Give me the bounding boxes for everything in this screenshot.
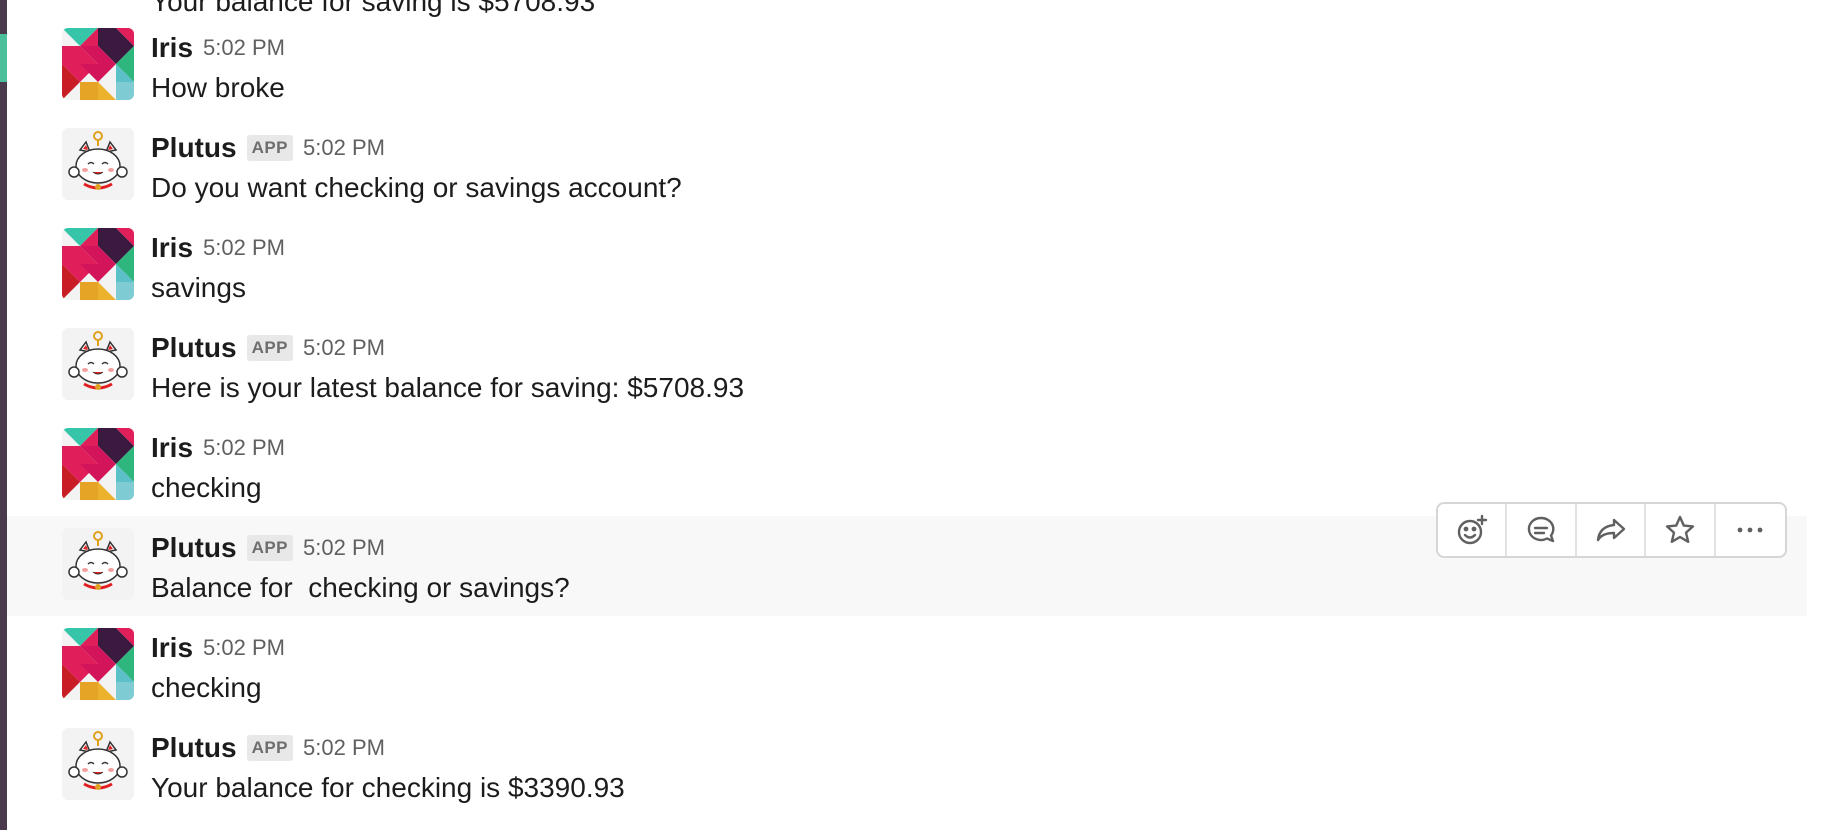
- message-meta: Plutus APP 5:02 PM: [151, 130, 385, 166]
- sender-name[interactable]: Iris: [151, 632, 193, 664]
- start-thread-icon: [1527, 516, 1555, 543]
- left-rail-accent: [0, 34, 7, 82]
- message-text: Here is your latest balance for saving: …: [151, 372, 745, 403]
- lucky-cat-avatar-icon: [62, 128, 134, 200]
- start-thread-button[interactable]: [1507, 504, 1577, 556]
- timestamp[interactable]: 5:02 PM: [203, 235, 285, 261]
- sender-name[interactable]: Iris: [151, 432, 193, 464]
- message-row[interactable]: Iris 5:02 PM checking: [7, 616, 1807, 716]
- message-actions-toolbar: [1436, 502, 1787, 558]
- message-text: Do you want checking or savings account?: [151, 172, 682, 203]
- share-message-icon: [1596, 518, 1625, 542]
- message-meta: Iris 5:02 PM: [151, 230, 285, 266]
- message-row[interactable]: Plutus APP 5:02 PM Do you want checking …: [7, 116, 1807, 216]
- lucky-cat-avatar-icon: [62, 728, 134, 800]
- avatar[interactable]: [62, 628, 134, 700]
- sender-name[interactable]: Plutus: [151, 532, 237, 564]
- more-actions-icon: [1737, 527, 1763, 533]
- lucky-cat-avatar-icon: [62, 328, 134, 400]
- avatar[interactable]: [62, 428, 134, 500]
- message-meta: Plutus APP 5:02 PM: [151, 730, 385, 766]
- timestamp[interactable]: 5:02 PM: [303, 135, 385, 161]
- message-text: savings: [151, 272, 246, 303]
- message-meta: Iris 5:02 PM: [151, 630, 285, 666]
- app-badge: APP: [246, 335, 294, 361]
- star-icon: [1665, 515, 1695, 543]
- add-reaction-icon: [1457, 514, 1487, 545]
- timestamp[interactable]: 5:02 PM: [303, 335, 385, 361]
- sender-name[interactable]: Plutus: [151, 332, 237, 364]
- message-text: checking: [151, 472, 262, 503]
- timestamp[interactable]: 5:02 PM: [203, 635, 285, 661]
- slack-pinwheel-avatar-icon: [62, 28, 134, 100]
- message-text: How broke: [151, 72, 285, 103]
- message-text: checking: [151, 672, 262, 703]
- timestamp[interactable]: 5:02 PM: [303, 535, 385, 561]
- message-meta: Plutus APP 5:02 PM: [151, 530, 385, 566]
- message-row[interactable]: Iris 5:02 PM checking: [7, 416, 1807, 516]
- app-badge: APP: [246, 735, 294, 761]
- left-rail: [0, 0, 7, 830]
- slack-pinwheel-avatar-icon: [62, 228, 134, 300]
- avatar[interactable]: [62, 528, 134, 600]
- share-message-button[interactable]: [1577, 504, 1647, 556]
- message-text: Your balance for checking is $3390.93: [151, 772, 625, 803]
- avatar[interactable]: [62, 328, 134, 400]
- avatar[interactable]: [62, 128, 134, 200]
- app-badge: APP: [246, 535, 294, 561]
- slack-pinwheel-avatar-icon: [62, 628, 134, 700]
- more-actions-button[interactable]: [1716, 504, 1785, 556]
- slack-pinwheel-avatar-icon: [62, 428, 134, 500]
- timestamp[interactable]: 5:02 PM: [203, 435, 285, 461]
- message-row[interactable]: Plutus APP 5:02 PM Your balance for chec…: [7, 716, 1807, 816]
- message-row[interactable]: Iris 5:02 PM savings: [7, 216, 1807, 316]
- add-reaction-button[interactable]: [1438, 504, 1508, 556]
- timestamp[interactable]: 5:02 PM: [303, 735, 385, 761]
- sender-name[interactable]: Iris: [151, 32, 193, 64]
- message-row[interactable]: Iris 5:02 PM How broke: [7, 16, 1807, 116]
- timestamp[interactable]: 5:02 PM: [203, 35, 285, 61]
- message-list[interactable]: Your balance for saving is $5708.93 Iris…: [7, 0, 1807, 830]
- message-text: Balance for checking or savings?: [151, 572, 570, 603]
- avatar[interactable]: [62, 28, 134, 100]
- message-meta: Iris 5:02 PM: [151, 430, 285, 466]
- avatar[interactable]: [62, 228, 134, 300]
- lucky-cat-avatar-icon: [62, 528, 134, 600]
- sender-name[interactable]: Iris: [151, 232, 193, 264]
- app-badge: APP: [246, 135, 294, 161]
- star-message-button[interactable]: [1646, 504, 1716, 556]
- sender-name[interactable]: Plutus: [151, 732, 237, 764]
- message-meta: Iris 5:02 PM: [151, 30, 285, 66]
- sender-name[interactable]: Plutus: [151, 132, 237, 164]
- message-meta: Plutus APP 5:02 PM: [151, 330, 385, 366]
- avatar[interactable]: [62, 728, 134, 800]
- message-row[interactable]: Plutus APP 5:02 PM Here is your latest b…: [7, 316, 1807, 416]
